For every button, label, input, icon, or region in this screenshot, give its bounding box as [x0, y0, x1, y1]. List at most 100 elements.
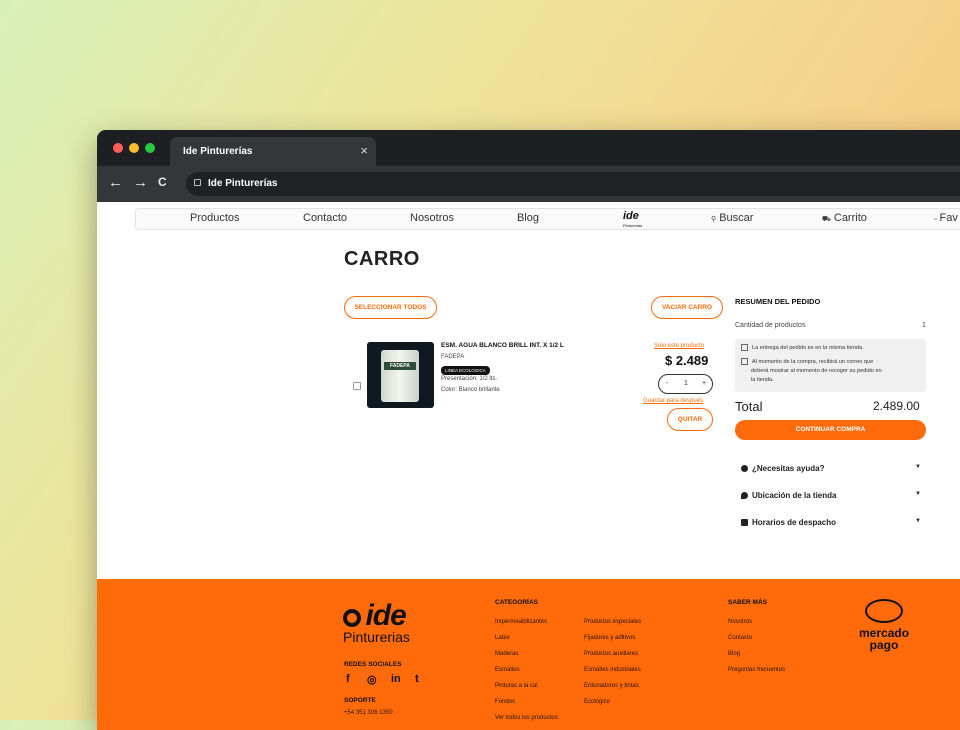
item-price: $ 2.489 [665, 353, 709, 368]
logo-mark-icon [343, 609, 361, 627]
qty-decrease-button[interactable]: - [666, 380, 668, 387]
only-this-product-link[interactable]: Solo este producto [654, 343, 704, 349]
facebook-icon[interactable]: f [346, 673, 350, 685]
forward-icon[interactable]: → [133, 175, 148, 190]
nav-search[interactable]: ⚲ Buscar [711, 212, 753, 224]
footer-logo[interactable]: ide Pinturerias [343, 599, 410, 645]
eco-badge: LINEA ECOLOGICA [441, 366, 490, 375]
location-pin-icon [741, 492, 748, 499]
footer-logo-sub: Pinturerias [343, 629, 410, 645]
faq-link[interactable]: Preguntas frecuentes [728, 667, 785, 673]
heart-icon: ▫ [934, 216, 937, 223]
search-label: Buscar [719, 212, 754, 224]
nav-cart[interactable]: ⛟ Carrito [822, 212, 867, 224]
product-color: Color: Blanco brillante [441, 387, 500, 393]
minimize-window-dot[interactable] [129, 143, 139, 153]
address-text: Ide Pinturerías [208, 178, 278, 189]
categories-title: CATEGORÍAS [495, 599, 538, 606]
product-brand: FADEPA [441, 354, 465, 360]
item-checkbox[interactable] [353, 382, 361, 390]
lock-icon [194, 179, 201, 186]
logo-subtext: Pinturerias [623, 223, 643, 228]
select-all-button[interactable]: SELECCIONAR TODOS [344, 296, 437, 319]
nav-favorites[interactable]: ▫ Fav [934, 212, 958, 224]
tab-title: Ide Pinturerías [183, 146, 253, 157]
back-icon[interactable]: ← [108, 175, 123, 190]
category-link[interactable]: Impermeabilizantes [495, 619, 547, 625]
nav-nosotros[interactable]: Nosotros [410, 212, 454, 224]
calendar-icon [741, 519, 748, 526]
product-image[interactable]: FADEPA [367, 342, 434, 408]
paint-can-graphic: FADEPA [381, 350, 419, 402]
chevron-down-icon: ▼ [915, 491, 921, 497]
page-title: CARRO [344, 248, 420, 270]
browser-toolbar: ← → C Ide Pinturerías [97, 166, 960, 202]
more-title: SABER MÁS [728, 599, 768, 606]
linkedin-icon[interactable]: in [391, 673, 401, 685]
product-name[interactable]: ESM. AGUA BLANCO BRILL INT. X 1/2 L [441, 342, 564, 349]
location-accordion[interactable]: Ubicación de la tienda ▼ [741, 491, 921, 500]
web-page: Productos Contacto Nosotros Blog ide Pint… [97, 202, 960, 730]
mp-line-2: pago [869, 638, 899, 652]
continue-purchase-button[interactable]: CONTINUAR COMPRA [735, 420, 926, 440]
help-accordion[interactable]: ¿Necesitas ayuda? ▼ [741, 464, 921, 473]
category-link[interactable]: Esmaltes industriales [584, 667, 641, 673]
question-icon [741, 465, 748, 472]
help-label: ¿Necesitas ayuda? [752, 464, 825, 473]
close-tab-icon[interactable]: × [360, 143, 368, 158]
qty-label: Cantidad de productos [735, 322, 806, 329]
category-link[interactable]: Pinturas a la cal [495, 683, 538, 689]
product-presentation: Presentación: 1/2 lts. [441, 376, 498, 382]
category-link[interactable]: Productos especiales [584, 619, 641, 625]
maximize-window-dot[interactable] [145, 143, 155, 153]
info-line-2a: Al momento de la compra, recibirá un cor… [752, 359, 874, 365]
category-link[interactable]: Entonadores y tintas [584, 683, 639, 689]
search-icon: ⚲ [711, 216, 717, 223]
site-footer: ide Pinturerias REDES SOCIALES f ◎ in t … [97, 579, 960, 730]
twitter-icon[interactable]: t [415, 673, 419, 685]
info-line-1: La entrega del pedido es en la misma tie… [752, 345, 864, 351]
save-for-later-link[interactable]: Guardar para después [643, 398, 703, 404]
footer-logo-text: ide [365, 599, 406, 632]
empty-cart-button[interactable]: VACIAR CARRO [651, 296, 723, 319]
mercado-pago-logo: mercado pago [859, 599, 909, 651]
more-link[interactable]: Contacto [728, 635, 752, 641]
schedule-label: Horarios de despacho [752, 518, 837, 527]
browser-window: Ide Pinturerías × ← → C Ide Pinturerías … [97, 130, 960, 730]
total-label: Total [735, 399, 763, 414]
address-bar[interactable]: Ide Pinturerías [186, 172, 960, 196]
category-link[interactable]: Ecológico [584, 699, 610, 705]
reload-icon[interactable]: C [158, 175, 167, 190]
info-line-2b: deberá mostrar al momento de recoger su … [751, 368, 882, 374]
can-label: FADEPA [384, 362, 416, 370]
category-link[interactable]: Esmaltes [495, 667, 520, 673]
tab-strip: Ide Pinturerías × [97, 130, 960, 166]
total-value: 2.489.00 [873, 399, 920, 413]
mail-icon [741, 358, 748, 366]
close-window-dot[interactable] [113, 143, 123, 153]
support-phone[interactable]: +54 351 306 1350 [344, 710, 393, 716]
all-products-link[interactable]: Ver todos los productos [495, 715, 558, 721]
category-link[interactable]: Fijadores y aditivos [584, 635, 635, 641]
summary-title: RESUMEN DEL PEDIDO [735, 297, 821, 306]
more-link[interactable]: Blog [728, 651, 740, 657]
instagram-icon[interactable]: ◎ [367, 673, 377, 686]
chevron-down-icon: ▼ [915, 464, 921, 470]
nav-contacto[interactable]: Contacto [303, 212, 347, 224]
category-link[interactable]: Fondos [495, 699, 515, 705]
qty-increase-button[interactable]: + [702, 380, 706, 387]
category-link[interactable]: Latex [495, 635, 510, 641]
browser-tab[interactable]: Ide Pinturerías × [170, 137, 376, 166]
chevron-down-icon: ▼ [915, 518, 921, 524]
schedule-accordion[interactable]: Horarios de despacho ▼ [741, 518, 921, 527]
nav-productos[interactable]: Productos [190, 212, 240, 224]
qty-value[interactable]: 1 [684, 380, 688, 387]
store-icon [741, 344, 748, 352]
site-navbar: Productos Contacto Nosotros Blog ide Pint… [135, 208, 960, 230]
site-logo[interactable]: ide Pinturerias [623, 211, 643, 230]
nav-blog[interactable]: Blog [517, 212, 539, 224]
remove-button[interactable]: QUITAR [667, 408, 713, 431]
category-link[interactable]: Maderas [495, 651, 518, 657]
more-link[interactable]: Nosotros [728, 619, 752, 625]
category-link[interactable]: Productos auxiliares [584, 651, 638, 657]
